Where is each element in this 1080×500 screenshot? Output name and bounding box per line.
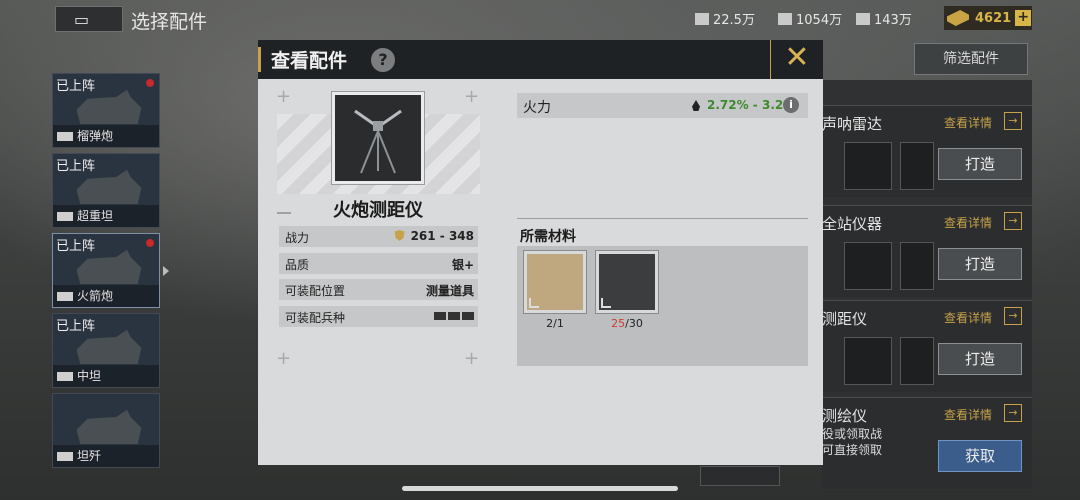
- unit-name: 中坦: [77, 369, 102, 383]
- gold-icon: [947, 10, 969, 26]
- home-indicator[interactable]: [402, 486, 678, 491]
- craft-button[interactable]: 打造: [938, 148, 1022, 180]
- unit-image: [76, 409, 142, 444]
- page-title: 选择配件: [131, 11, 208, 33]
- part-image: [331, 91, 425, 185]
- tank-icon: [57, 212, 73, 221]
- part-item-sonar: 声呐雷达 查看详情 → 打造: [822, 105, 1032, 197]
- troop-type-icons: [432, 309, 474, 323]
- rubber-icon: [856, 12, 870, 25]
- artillery-icon: [57, 132, 73, 141]
- artillery-icon: [462, 312, 474, 320]
- material-slot: [844, 242, 892, 290]
- corner-plus-icon: +: [464, 348, 480, 369]
- details-arrow-icon[interactable]: →: [1004, 404, 1022, 422]
- deployed-label: 已上阵: [56, 79, 96, 94]
- craft-button[interactable]: 打造: [938, 248, 1022, 280]
- material-slot: [700, 466, 780, 486]
- tank-destroyer-icon: [57, 452, 73, 461]
- part-item-name: 测距仪: [822, 310, 868, 328]
- corner-plus-icon: +: [276, 348, 292, 369]
- add-gold-button[interactable]: +: [1015, 10, 1032, 26]
- deployed-label: 已上阵: [56, 319, 96, 334]
- unit-card-tank-destroyer[interactable]: 坦歼: [52, 393, 160, 468]
- attribute-firepower: 火力 2.72% - 3.2% i: [517, 93, 808, 118]
- oil-icon: [778, 12, 792, 25]
- top-bar: ▭ 选择配件 22.5万 1054万 143万 4621 +: [0, 0, 1080, 36]
- deployed-label: 已上阵: [56, 159, 96, 174]
- corner-plus-icon: +: [464, 86, 480, 107]
- close-icon[interactable]: ✕: [770, 40, 823, 79]
- view-details-link[interactable]: 查看详情: [944, 406, 992, 423]
- craft-button[interactable]: 打造: [938, 343, 1022, 375]
- rangefinder-icon: [354, 109, 402, 174]
- tank-icon: [57, 372, 73, 381]
- dialog-header: 查看配件 ? ✕: [258, 40, 823, 79]
- stat-row-troop-types: 可装配兵种: [279, 306, 478, 327]
- back-button[interactable]: ▭: [55, 6, 123, 32]
- material-canister[interactable]: [595, 250, 659, 314]
- gold-counter: 4621 +: [944, 6, 1032, 30]
- part-item-name: 全站仪器: [822, 215, 883, 233]
- unit-name: 火箭炮: [77, 289, 114, 303]
- resource-oil: 1054万: [778, 9, 842, 28]
- part-item-name: 测绘仪: [822, 407, 868, 425]
- view-details-link[interactable]: 查看详情: [944, 309, 992, 326]
- part-item-surveyor: 测绘仪 查看详情 → 役或领取战 可直接领取 获取: [822, 397, 1032, 489]
- details-arrow-icon[interactable]: →: [1004, 307, 1022, 325]
- obtain-note: 役或领取战 可直接领取: [822, 427, 883, 457]
- selected-indicator-icon: [163, 266, 169, 276]
- part-item-total-station: 全站仪器 查看详情 → 打造: [822, 205, 1032, 297]
- view-details-link[interactable]: 查看详情: [944, 214, 992, 231]
- unit-card-medium-tank[interactable]: 已上阵 中坦: [52, 313, 160, 388]
- part-name: 火炮测距仪: [333, 200, 423, 221]
- help-icon[interactable]: ?: [371, 48, 395, 72]
- unit-name: 榴弹炮: [77, 129, 114, 143]
- rocket-icon: [57, 292, 73, 301]
- unit-card-howitzer[interactable]: 已上阵 榴弹炮: [52, 73, 160, 148]
- stat-row-power: 战力 261 - 348: [279, 226, 478, 247]
- materials-panel: 2/1 25/30: [517, 246, 808, 366]
- details-arrow-icon[interactable]: →: [1004, 212, 1022, 230]
- unit-card-rocket-artillery[interactable]: 已上阵 火箭炮: [52, 233, 160, 308]
- view-details-link[interactable]: 查看详情: [944, 114, 992, 131]
- dialog-title: 查看配件: [271, 50, 348, 72]
- filter-parts-button[interactable]: 筛选配件: [914, 43, 1028, 75]
- stat-row-slot: 可装配位置 测量道具: [279, 279, 478, 300]
- info-icon[interactable]: i: [783, 97, 799, 113]
- material-slot: [900, 337, 934, 385]
- material-slot: [900, 242, 934, 290]
- unit-name: 坦歼: [77, 449, 102, 463]
- resource-rubber: 143万: [856, 9, 912, 28]
- steel-icon: [695, 12, 709, 25]
- details-arrow-icon[interactable]: →: [1004, 112, 1022, 130]
- unit-card-super-heavy-tank[interactable]: 已上阵 超重坦: [52, 153, 160, 228]
- obtain-button[interactable]: 获取: [938, 440, 1022, 472]
- corner-plus-icon: +: [276, 86, 292, 107]
- flame-icon: [692, 100, 700, 111]
- resource-steel: 22.5万: [695, 9, 755, 28]
- rocket-truck-icon: [434, 312, 446, 320]
- alert-dot: [146, 239, 154, 247]
- material-count: 2/1: [546, 317, 564, 330]
- material-slot: [900, 142, 934, 190]
- material-slot: [844, 142, 892, 190]
- materials-title: 所需材料: [520, 229, 576, 245]
- material-slot: [844, 337, 892, 385]
- deployed-label: 已上阵: [56, 239, 96, 254]
- material-blueprint[interactable]: [523, 250, 587, 314]
- howitzer-icon: [448, 312, 460, 320]
- stat-row-quality: 品质 银+: [279, 253, 478, 274]
- part-item-name: 声呐雷达: [822, 115, 883, 133]
- part-item-rangefinder: 测距仪 查看详情 → 打造: [822, 300, 1032, 392]
- alert-dot: [146, 79, 154, 87]
- view-part-dialog: 查看配件 ? ✕ + + + + 火炮测距仪 战力 261 - 348 品质 银…: [258, 40, 823, 465]
- unit-name: 超重坦: [77, 209, 114, 223]
- power-shield-icon: [394, 230, 405, 241]
- material-count: 25/30: [611, 317, 643, 330]
- back-arrow-icon: ▭: [74, 10, 90, 29]
